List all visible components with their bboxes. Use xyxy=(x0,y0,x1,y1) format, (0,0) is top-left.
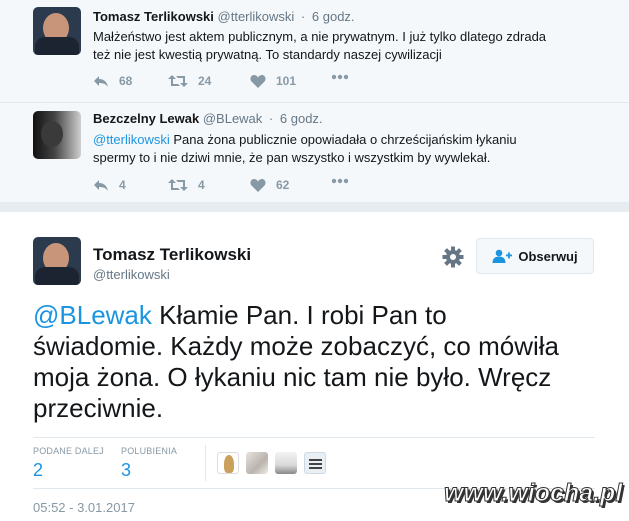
reply-icon xyxy=(94,76,108,87)
more-button[interactable] xyxy=(331,74,349,80)
liker-avatar[interactable] xyxy=(246,452,268,474)
retweet-count: 4 xyxy=(198,178,205,192)
thread-tweet-2[interactable]: Bezczelny Lewak @BLewak · 6 godz. @tterl… xyxy=(0,103,629,202)
mention-link[interactable]: @tterlikowski xyxy=(93,132,170,147)
tweet-text-line: @BLewak Kłamie Pan. I robi Pan to xyxy=(33,300,603,331)
author-name[interactable]: Bezczelny Lewak xyxy=(93,111,199,126)
likes-label: POLUBIENIA xyxy=(121,446,178,456)
retweet-button[interactable]: 24 xyxy=(168,74,211,88)
tweet-text-line: @tterlikowski Pana żona publicznie opowi… xyxy=(93,131,593,149)
avatar[interactable] xyxy=(33,7,81,55)
reply-button[interactable]: 4 xyxy=(93,178,126,192)
like-count: 62 xyxy=(276,178,290,192)
more-button[interactable] xyxy=(331,178,349,184)
settings-button[interactable] xyxy=(441,245,465,269)
separator-dot: · xyxy=(268,111,274,126)
tweet-text-line: świadomie. Każdy może zobaczyć, co mówił… xyxy=(33,331,559,361)
tweet-text-line: spermy to i nie dziwi mnie, że pan wszys… xyxy=(93,150,491,165)
likes-count[interactable]: 3 xyxy=(121,460,131,481)
tweet-text-fragment: Pana żona publicznie opowiadała o chrześ… xyxy=(169,132,517,147)
mention-link[interactable]: @BLewak xyxy=(33,300,152,330)
gear-icon xyxy=(442,246,464,268)
tweet-text-line: Małżeństwo jest aktem publicznym, a nie … xyxy=(93,29,547,44)
tweet-text-line: przeciwnie. xyxy=(33,393,164,423)
tweet-text-fragment: Kłamie Pan. I robi Pan to xyxy=(151,300,447,330)
like-button[interactable]: 62 xyxy=(250,178,289,192)
retweet-icon xyxy=(168,75,188,87)
separator-dot: · xyxy=(300,9,306,24)
tweet-time[interactable]: 6 godz. xyxy=(312,9,355,24)
avatar[interactable] xyxy=(33,237,81,285)
add-user-icon xyxy=(492,249,513,263)
tweet-text-line: moja żona. O łykaniu nic tam nie było. W… xyxy=(33,362,552,392)
thread-tweet-1[interactable]: Tomasz Terlikowski @tterlikowski · 6 god… xyxy=(0,0,629,103)
author-handle[interactable]: @tterlikowski xyxy=(218,9,295,24)
retweets-label: PODANE DALEJ xyxy=(33,446,104,456)
liker-avatar[interactable] xyxy=(275,452,297,474)
retweet-button[interactable]: 4 xyxy=(168,178,205,192)
tweet-time[interactable]: 6 godz. xyxy=(280,111,323,126)
tweet-header: Tomasz Terlikowski @tterlikowski · 6 god… xyxy=(93,9,355,24)
author-name[interactable]: Tomasz Terlikowski xyxy=(93,9,214,24)
tweet-text: @BLewak Kłamie Pan. I robi Pan to świado… xyxy=(33,300,603,424)
heart-icon xyxy=(250,75,266,88)
reply-count: 68 xyxy=(119,74,133,88)
stats-separator xyxy=(205,445,206,481)
like-count: 101 xyxy=(276,74,297,88)
retweets-count[interactable]: 2 xyxy=(33,460,43,481)
retweet-icon xyxy=(168,179,188,191)
tweet-header: Bezczelny Lewak @BLewak · 6 godz. xyxy=(93,111,323,126)
retweet-count: 24 xyxy=(198,74,212,88)
reply-button[interactable]: 68 xyxy=(93,74,132,88)
liker-avatar[interactable] xyxy=(217,452,239,474)
author-handle[interactable]: @BLewak xyxy=(203,111,262,126)
tweet-text: Małżeństwo jest aktem publicznym, a nie … xyxy=(93,28,593,64)
author-handle[interactable]: @tterlikowski xyxy=(93,267,170,282)
like-button[interactable]: 101 xyxy=(250,74,296,88)
tweet-actions: 4 4 62 xyxy=(93,178,413,196)
follow-button[interactable]: Obserwuj xyxy=(476,238,594,274)
more-icon xyxy=(331,178,349,184)
watermark: www.wiocha.pl xyxy=(443,479,623,508)
heart-icon xyxy=(250,179,266,192)
section-divider xyxy=(0,202,629,212)
follow-label: Obserwuj xyxy=(518,248,578,264)
stats-divider-top xyxy=(33,437,595,438)
avatar[interactable] xyxy=(33,111,81,159)
reply-icon xyxy=(94,180,108,191)
tweet-text-line: też nie jest kwestią prywatną. To standa… xyxy=(93,47,442,62)
reply-count: 4 xyxy=(119,178,126,192)
tweet-timestamp[interactable]: 05:52 - 3.01.2017 xyxy=(33,500,135,515)
tweet-actions: 68 24 101 xyxy=(93,74,413,92)
author-name[interactable]: Tomasz Terlikowski xyxy=(93,245,251,265)
more-icon xyxy=(331,74,349,80)
liker-avatar[interactable] xyxy=(304,452,326,474)
tweet-text: @tterlikowski Pana żona publicznie opowi… xyxy=(93,131,593,167)
